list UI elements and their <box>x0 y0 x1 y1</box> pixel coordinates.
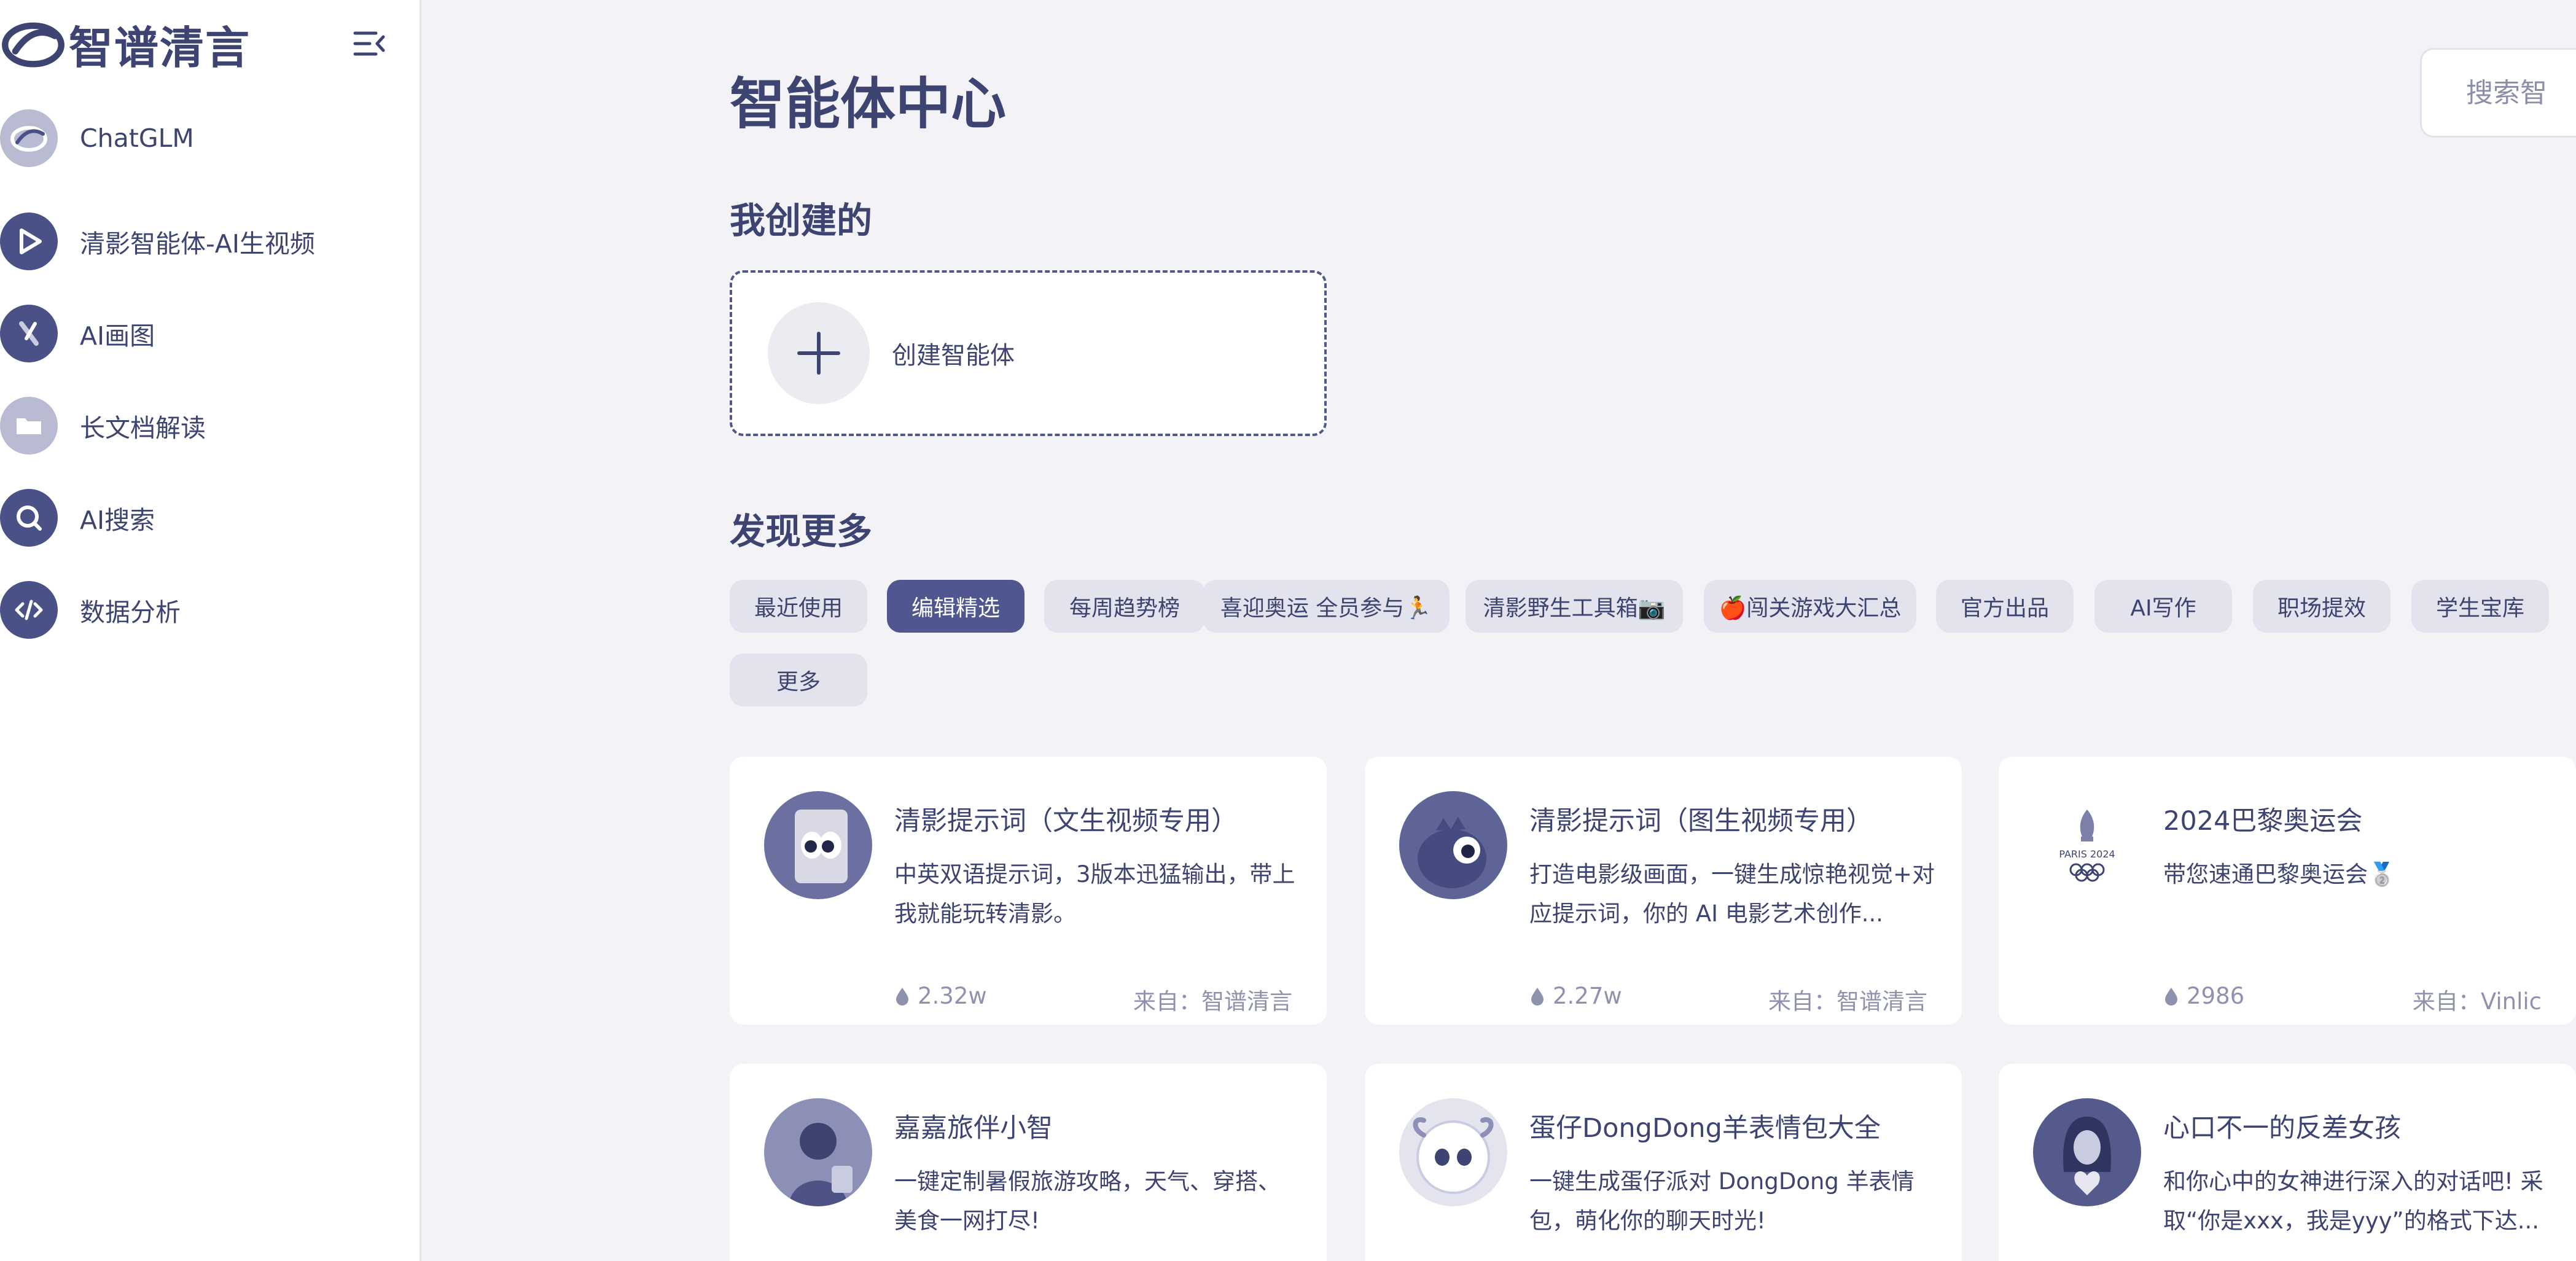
sidebar-item-chatglm[interactable]: ChatGLM <box>0 104 421 172</box>
agent-title: 清影提示词（图生视频专用） <box>1529 806 1873 837</box>
agent-usage: 2.27w <box>1529 983 1622 1009</box>
agent-avatar <box>2033 1098 2141 1206</box>
sidebar: 智谱清言 ChatGLM 清影智能体-AI生视频 AI画图 长文档解读 AI搜索… <box>0 0 421 1261</box>
flame-icon <box>1531 987 1544 1005</box>
paris-2024-text: PARIS 2024 <box>2059 848 2115 860</box>
agent-source: 来自：智谱清言 <box>1133 988 1292 1015</box>
sidebar-item-ai-search[interactable]: AI搜索 <box>0 484 421 552</box>
tab-workplace[interactable]: 职场提效 <box>2253 580 2391 633</box>
zhipu-logo-icon <box>2 22 64 68</box>
tab-ai-writing[interactable]: AI写作 <box>2094 580 2232 633</box>
sidebar-item-label: AI画图 <box>80 321 155 351</box>
agent-usage: 2.32w <box>894 983 987 1009</box>
search-box[interactable] <box>2420 48 2576 138</box>
agent-card[interactable]: PARIS 2024 2024巴黎奥运会 带您速通巴黎奥运会🥈 2986 来自：… <box>1999 757 2576 1025</box>
agent-title: 清影提示词（文生视频专用） <box>894 806 1238 837</box>
agent-title: 2024巴黎奥运会 <box>2163 806 2363 837</box>
app-root: 智谱清言 ChatGLM 清影智能体-AI生视频 AI画图 长文档解读 AI搜索… <box>0 0 2576 1261</box>
agent-card[interactable]: 清影提示词（图生视频专用） 打造电影级画面，一键生成惊艳视觉+对应提示词，你的 … <box>1365 757 1962 1025</box>
tab-official[interactable]: 官方出品 <box>1936 580 2074 633</box>
tab-recent[interactable]: 最近使用 <box>730 580 867 633</box>
chatglm-logo-icon <box>0 109 58 167</box>
agent-card[interactable]: 心口不一的反差女孩 和你心中的女神进行深入的对话吧! 采取“你是xxx，我是yy… <box>1999 1064 2576 1261</box>
tab-olympics[interactable]: 喜迎奥运 全员参与🏃 <box>1203 580 1450 633</box>
agent-source: 来自：智谱清言 <box>1768 988 1927 1015</box>
agent-usage-count: 2.27w <box>1553 983 1622 1009</box>
sidebar-item-label: 数据分析 <box>80 598 181 627</box>
sidebar-item-data-analysis[interactable]: 数据分析 <box>0 576 421 644</box>
tab-qingying-toolbox[interactable]: 清影野生工具箱📷 <box>1466 580 1683 633</box>
agent-description: 中英双语提示词，3版本迅猛输出，带上我就能玩转清影。 <box>894 861 1295 927</box>
collapse-icon <box>353 31 385 56</box>
agent-usage-count: 2986 <box>2187 983 2245 1009</box>
flame-icon <box>896 987 908 1005</box>
sidebar-item-label: ChatGLM <box>80 123 194 153</box>
brush-icon <box>0 305 58 362</box>
paris-2024-logo: PARIS 2024 <box>2033 791 2141 899</box>
tab-weekly-trending[interactable]: 每周趋势榜 <box>1044 580 1205 633</box>
brand[interactable]: 智谱清言 <box>0 10 251 77</box>
agent-avatar <box>764 1098 872 1206</box>
discover-title: 发现更多 <box>730 510 873 552</box>
collapse-sidebar-button[interactable] <box>351 26 387 61</box>
sidebar-item-ai-drawing[interactable]: AI画图 <box>0 300 421 367</box>
tab-editor-picks[interactable]: 编辑精选 <box>887 580 1025 633</box>
plus-icon <box>768 302 870 404</box>
flame-icon <box>2165 987 2177 1005</box>
agent-card[interactable]: 蛋仔DongDong羊表情包大全 一键生成蛋仔派对 DongDong 羊表情包，… <box>1365 1064 1962 1261</box>
agent-source: 来自：Vinlic <box>2412 988 2542 1015</box>
tab-more[interactable]: 更多 <box>730 654 867 706</box>
agent-title: 嘉嘉旅伴小智 <box>894 1113 1053 1144</box>
agent-avatar <box>1399 1098 1507 1206</box>
page-title: 智能体中心 <box>730 72 1006 136</box>
sidebar-item-long-doc[interactable]: 长文档解读 <box>0 392 421 459</box>
agent-description: 一键定制暑假旅游攻略，天气、穿搭、美食一网打尽! <box>894 1168 1281 1234</box>
agent-description: 带您速通巴黎奥运会🥈 <box>2163 861 2397 888</box>
folder-icon <box>0 397 58 455</box>
agent-avatar <box>764 791 872 899</box>
agent-usage: 2986 <box>2163 983 2244 1009</box>
play-icon <box>0 213 58 270</box>
agent-description: 和你心中的女神进行深入的对话吧! 采取“你是xxx，我是yyy”的格式下达... <box>2163 1168 2543 1234</box>
tab-games[interactable]: 🍎闯关游戏大汇总 <box>1704 580 1916 633</box>
agent-avatar <box>1399 791 1507 899</box>
agent-title: 心口不一的反差女孩 <box>2163 1113 2401 1144</box>
sidebar-item-label: 清影智能体-AI生视频 <box>80 229 315 259</box>
search-icon <box>0 489 58 547</box>
create-agent-button[interactable]: 创建智能体 <box>730 270 1327 436</box>
sidebar-item-label: AI搜索 <box>80 506 155 535</box>
agent-card[interactable]: 嘉嘉旅伴小智 一键定制暑假旅游攻略，天气、穿搭、美食一网打尽! <box>730 1064 1327 1261</box>
my-created-title: 我创建的 <box>730 200 873 241</box>
category-tabs: 最近使用 编辑精选 每周趋势榜 喜迎奥运 全员参与🏃 清影野生工具箱📷 🍎闯关游… <box>730 580 2576 727</box>
sidebar-item-qingying[interactable]: 清影智能体-AI生视频 <box>0 208 421 275</box>
agent-description: 一键生成蛋仔派对 DongDong 羊表情包，萌化你的聊天时光! <box>1529 1168 1914 1234</box>
search-input[interactable] <box>2466 77 2576 109</box>
code-icon <box>0 581 58 639</box>
create-agent-label: 创建智能体 <box>892 342 1015 370</box>
agent-title: 蛋仔DongDong羊表情包大全 <box>1529 1113 1881 1144</box>
agent-description: 打造电影级画面，一键生成惊艳视觉+对应提示词，你的 AI 电影艺术创作... <box>1529 861 1935 927</box>
brand-name: 智谱清言 <box>69 21 251 74</box>
tab-student[interactable]: 学生宝库 <box>2411 580 2549 633</box>
agent-card[interactable]: 清影提示词（文生视频专用） 中英双语提示词，3版本迅猛输出，带上我就能玩转清影。… <box>730 757 1327 1025</box>
sidebar-item-label: 长文档解读 <box>80 413 206 443</box>
agent-usage-count: 2.32w <box>918 983 987 1009</box>
